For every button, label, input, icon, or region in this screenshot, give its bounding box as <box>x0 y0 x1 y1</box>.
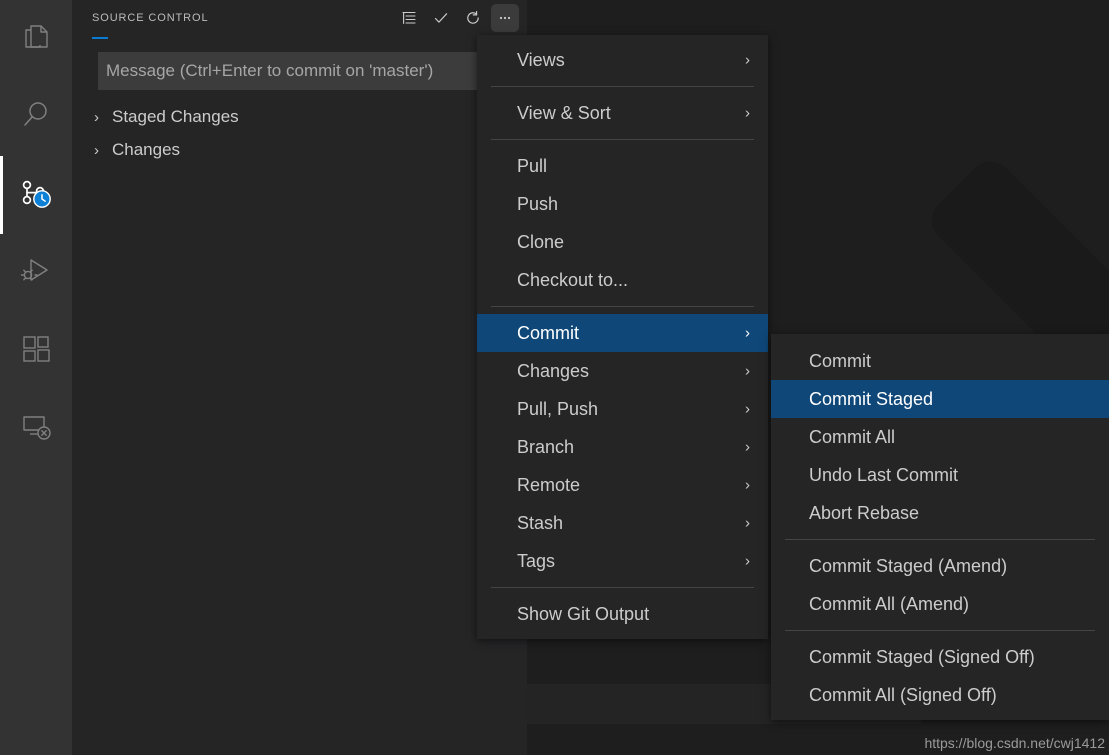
ellipsis-icon[interactable] <box>491 4 519 32</box>
sidebar-action-toolbar <box>395 0 519 36</box>
chevron-right-icon: › <box>745 554 750 569</box>
commit-message-input[interactable]: Message (Ctrl+Enter to commit on 'master… <box>98 52 518 90</box>
page-title: SOURCE CONTROL <box>92 12 209 24</box>
menu-item-label: Commit All (Signed Off) <box>809 685 997 706</box>
view-as-list-icon[interactable] <box>395 4 423 32</box>
menu-item-label: Commit All (Amend) <box>809 594 969 615</box>
run-debug-icon <box>18 253 54 294</box>
sidebar-item-source-control[interactable] <box>0 156 72 234</box>
menu-separator <box>491 139 754 140</box>
menu-item-push[interactable]: Push <box>477 185 768 223</box>
resource-group-label: Staged Changes <box>112 107 239 127</box>
search-icon <box>19 98 53 137</box>
menu-item-label: Commit All <box>809 427 895 448</box>
active-repo-indicator <box>92 37 108 39</box>
menu-item-pull[interactable]: Pull <box>477 147 768 185</box>
submenu-item-commit-staged-amend[interactable]: Commit Staged (Amend) <box>771 547 1109 585</box>
menu-item-label: Commit <box>809 351 871 372</box>
chevron-right-icon: › <box>745 440 750 455</box>
chevron-right-icon: › <box>94 110 112 125</box>
refresh-icon[interactable] <box>459 4 487 32</box>
sidebar-item-run-and-debug[interactable] <box>0 234 72 312</box>
watermark-url: https://blog.csdn.net/cwj1412 <box>924 735 1105 751</box>
menu-item-tags[interactable]: Tags › <box>477 542 768 580</box>
menu-item-label: Pull, Push <box>517 399 598 420</box>
menu-item-label: View & Sort <box>517 103 611 124</box>
menu-item-label: Undo Last Commit <box>809 465 958 486</box>
menu-item-view-sort[interactable]: View & Sort › <box>477 94 768 132</box>
chevron-right-icon: › <box>745 516 750 531</box>
menu-item-label: Commit Staged (Amend) <box>809 556 1007 577</box>
chevron-right-icon: › <box>745 326 750 341</box>
submenu-item-commit-all-amend[interactable]: Commit All (Amend) <box>771 585 1109 623</box>
menu-item-label: Views <box>517 50 565 71</box>
check-icon[interactable] <box>427 4 455 32</box>
menu-item-clone[interactable]: Clone <box>477 223 768 261</box>
git-context-menu: Views › View & Sort › Pull Push Clone Checkout … <box>477 35 768 639</box>
menu-item-label: Branch <box>517 437 574 458</box>
menu-item-label: Changes <box>517 361 589 382</box>
menu-item-views[interactable]: Views › <box>477 41 768 79</box>
commit-message-placeholder: Message (Ctrl+Enter to commit on 'master… <box>106 61 433 81</box>
submenu-item-commit-all-signed-off[interactable]: Commit All (Signed Off) <box>771 676 1109 714</box>
menu-item-checkout-to[interactable]: Checkout to... <box>477 261 768 299</box>
menu-separator <box>491 86 754 87</box>
menu-item-label: Push <box>517 194 558 215</box>
submenu-item-undo-last-commit[interactable]: Undo Last Commit <box>771 456 1109 494</box>
menu-item-label: Pull <box>517 156 547 177</box>
menu-item-label: Commit Staged <box>809 389 933 410</box>
sidebar-item-explorer[interactable] <box>0 0 72 78</box>
resource-group-changes[interactable]: › Changes <box>72 135 527 165</box>
menu-separator <box>491 587 754 588</box>
menu-item-label: Show Git Output <box>517 604 649 625</box>
sidebar-item-search[interactable] <box>0 78 72 156</box>
menu-item-label: Abort Rebase <box>809 503 919 524</box>
menu-item-changes[interactable]: Changes › <box>477 352 768 390</box>
menu-item-stash[interactable]: Stash › <box>477 504 768 542</box>
chevron-right-icon: › <box>745 402 750 417</box>
files-icon <box>19 20 53 59</box>
submenu-item-commit[interactable]: Commit <box>771 342 1109 380</box>
resource-group-staged-changes[interactable]: › Staged Changes 50 <box>72 102 527 132</box>
menu-item-branch[interactable]: Branch › <box>477 428 768 466</box>
menu-item-label: Commit Staged (Signed Off) <box>809 647 1035 668</box>
submenu-item-commit-staged-signed-off[interactable]: Commit Staged (Signed Off) <box>771 638 1109 676</box>
submenu-item-abort-rebase[interactable]: Abort Rebase <box>771 494 1109 532</box>
submenu-item-commit-all[interactable]: Commit All <box>771 418 1109 456</box>
submenu-item-commit-staged[interactable]: Commit Staged <box>771 380 1109 418</box>
menu-item-label: Commit <box>517 323 579 344</box>
menu-item-label: Clone <box>517 232 564 253</box>
menu-item-show-git-output[interactable]: Show Git Output <box>477 595 768 633</box>
vscode-window: E https://blog.csdn.net/cwj1412 SOURCE C… <box>0 0 1109 755</box>
chevron-right-icon: › <box>745 106 750 121</box>
menu-item-label: Checkout to... <box>517 270 628 291</box>
activity-bar <box>0 0 72 755</box>
chevron-right-icon: › <box>94 143 112 158</box>
menu-separator <box>785 539 1095 540</box>
menu-item-label: Tags <box>517 551 555 572</box>
menu-separator <box>491 306 754 307</box>
source-control-icon <box>17 174 55 217</box>
chevron-right-icon: › <box>745 478 750 493</box>
menu-item-commit[interactable]: Commit › <box>477 314 768 352</box>
sidebar-item-extensions[interactable] <box>0 312 72 390</box>
commit-submenu: Commit Commit Staged Commit All Undo Last C… <box>771 334 1109 720</box>
remote-explorer-icon <box>19 410 53 449</box>
chevron-right-icon: › <box>745 53 750 68</box>
menu-item-remote[interactable]: Remote › <box>477 466 768 504</box>
chevron-right-icon: › <box>745 364 750 379</box>
menu-item-label: Remote <box>517 475 580 496</box>
menu-item-label: Stash <box>517 513 563 534</box>
extensions-icon <box>19 332 53 371</box>
menu-item-pull-push[interactable]: Pull, Push › <box>477 390 768 428</box>
resource-group-label: Changes <box>112 140 180 160</box>
sidebar-header: SOURCE CONTROL <box>72 0 527 36</box>
menu-separator <box>785 630 1095 631</box>
sidebar-item-remote-explorer[interactable] <box>0 390 72 468</box>
